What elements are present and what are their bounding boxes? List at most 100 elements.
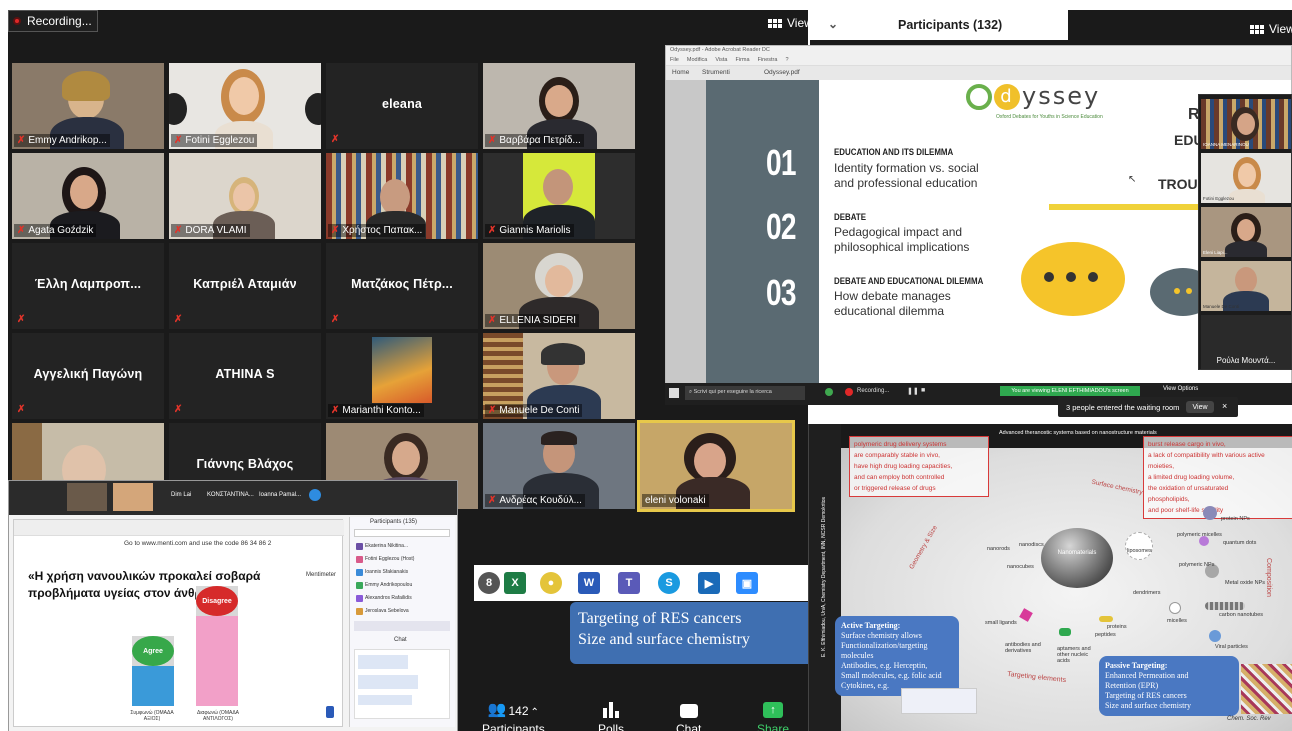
participant-tile[interactable]: ✗ Fotini Egglezou <box>169 63 321 149</box>
system-tray-icon[interactable]: 8 <box>478 572 500 594</box>
agree-bar <box>132 666 174 706</box>
list-item[interactable]: Ekaterina Nikitina... <box>356 541 450 551</box>
stop-icon[interactable]: ■ <box>921 387 925 394</box>
polls-button[interactable]: Polls <box>598 700 624 731</box>
zoom-icon[interactable]: ▣ <box>736 572 758 594</box>
record-dot-icon <box>13 17 21 25</box>
waiting-room-view-button[interactable]: View <box>1186 401 1214 413</box>
disagree-button[interactable]: Disagree <box>196 586 238 616</box>
mic-muted-icon: ✗ <box>174 314 183 325</box>
participant-tile[interactable]: ATHINA S ✗ <box>169 333 321 419</box>
participant-tile[interactable]: ✗ Ανδρέας Κουδύλ... <box>483 423 635 509</box>
close-icon[interactable]: × <box>1222 401 1227 411</box>
citation: Chem. Soc. Rev <box>1227 716 1271 722</box>
agree-button[interactable]: Agree <box>132 636 174 666</box>
view-options-menu[interactable]: View Options <box>1163 386 1198 392</box>
mic-muted-icon: ✗ <box>488 495 497 506</box>
participant-name: Βαρβάρα Πετρίδ... <box>499 135 581 146</box>
user-avatar <box>309 489 321 501</box>
nanomaterial-sphere <box>1041 528 1113 588</box>
view-button[interactable]: View <box>1250 22 1292 36</box>
participant-tile[interactable]: ✗ ELLENIA SIDERI <box>483 243 635 329</box>
participant-tile[interactable]: ✗ Emmy Andrikop... <box>12 63 164 149</box>
windows-start-icon[interactable] <box>669 388 679 398</box>
shared-screen-inset: Dim Lai ΚΟΝΣΤΑΝΤΙΝΑ... Ioanna Pamal... G… <box>8 480 458 731</box>
participant-tile[interactable]: Eleni Liapi... <box>1201 207 1291 257</box>
participant-name: Χρήστος Παπακ... <box>342 225 423 236</box>
cursor-icon: ↖ <box>1128 174 1137 185</box>
passive-targeting-box: Passive Targeting: Enhanced Permeation a… <box>1099 656 1239 716</box>
window-title: Odyssey.pdf - Adobe Acrobat Reader DC <box>670 47 770 53</box>
share-screen-button[interactable]: ↑ Share Screen <box>738 700 808 731</box>
list-item[interactable]: Fotini Egglezou (Host) <box>356 554 450 564</box>
list-item[interactable]: Alexandros Rafailidis <box>356 593 450 603</box>
participant-name: eleni volonaki <box>645 495 706 506</box>
participants-title: Participants (132) <box>898 18 1003 32</box>
share-arrow-icon: ↑ <box>763 702 783 718</box>
menti-logo-icon <box>326 706 334 718</box>
nanomaterials-slide: Advanced theranostic systems based on na… <box>808 424 1292 731</box>
participant-tile[interactable]: ✗ Manuele De Conti <box>483 333 635 419</box>
list-item[interactable]: Jeroslava Sebelova <box>356 606 450 616</box>
participant-tile[interactable]: Έλλη Λαμπροπ... ✗ <box>12 243 164 329</box>
mic-muted-icon: ✗ <box>488 135 497 146</box>
participant-tile[interactable]: Ματζάκος Πέτρ... ✗ <box>326 243 478 329</box>
mic-muted-icon: ✗ <box>17 225 26 236</box>
media-player-icon[interactable]: ▶ <box>698 572 720 594</box>
participant-tile[interactable]: Fotini Egglezou <box>1201 153 1291 203</box>
caption-line-2: Size and surface chemistry <box>578 631 750 648</box>
participant-name: ELLENIA SIDERI <box>499 315 577 326</box>
participant-name: Agata Goździk <box>28 225 94 236</box>
active-speaker-tile[interactable]: eleni volonaki <box>637 420 795 512</box>
carbon-nanotube-icon <box>1205 602 1245 610</box>
recording-indicator[interactable]: Recording... <box>8 10 98 32</box>
tab-document[interactable]: Odyssey.pdf <box>764 69 800 76</box>
search-input[interactable]: ⌕ Scrivi qui per eseguire la ricerca <box>685 386 805 400</box>
grid-icon <box>768 18 782 28</box>
participant-tile[interactable]: Αγγελική Παγώνη ✗ <box>12 333 164 419</box>
participant-tile[interactable]: Καπριέλ Αταμιάν ✗ <box>169 243 321 329</box>
teams-icon[interactable]: T <box>618 572 640 594</box>
targeting-diagram <box>901 688 977 714</box>
mic-muted-icon: ✗ <box>174 404 183 415</box>
participant-tile[interactable]: Manuele De Conti <box>1201 261 1291 311</box>
item-heading: DEBATE <box>834 212 866 222</box>
participant-name: Ματζάκος Πέτρ... <box>351 277 453 291</box>
mic-muted-icon: ✗ <box>17 404 26 415</box>
caption-line-1: Targeting of RES cancers <box>578 610 742 627</box>
participant-tile[interactable]: ✗ DORA VLAMI <box>169 153 321 239</box>
blue-slide-caption: Targeting of RES cancers Size and surfac… <box>570 602 808 664</box>
item-number: 02 <box>766 206 796 247</box>
excel-icon[interactable]: X <box>504 572 526 594</box>
mic-muted-icon: ✗ <box>488 405 497 416</box>
tab-home[interactable]: Home <box>672 69 689 76</box>
active-targeting-box: Active Targeting: Surface chemistry allo… <box>835 616 959 696</box>
mic-muted-icon: ✗ <box>488 225 497 236</box>
people-icon: 👥 <box>487 701 507 718</box>
logo-tagline: Oxford Debates for Youths in Science Edu… <box>996 114 1103 120</box>
chrome-icon[interactable]: ● <box>540 572 562 594</box>
participant-tile[interactable]: ✗ Giannis Mariolis <box>483 153 635 239</box>
participant-tile[interactable]: ✗ Marianthi Konto... <box>326 333 478 419</box>
mic-muted-icon: ✗ <box>174 225 183 236</box>
participant-tile[interactable]: ✗ Βαρβάρα Πετρίδ... <box>483 63 635 149</box>
participants-button[interactable]: 👥 142 ⌃ Participants <box>482 700 545 731</box>
list-item[interactable]: Ioannis Sfakianakis <box>356 567 450 577</box>
chat-button[interactable]: Chat <box>676 700 701 731</box>
skype-icon[interactable]: S <box>658 572 680 594</box>
participant-tile[interactable]: ✗ Agata Goździk <box>12 153 164 239</box>
advantages-box: polymeric drug delivery systems are compa… <box>849 436 989 497</box>
participant-tile[interactable]: IOANNA MENARINOU <box>1201 99 1291 149</box>
participant-name: eleana <box>381 97 423 111</box>
list-item[interactable]: Emmy Andrikopoulou <box>356 580 450 590</box>
slide-header: Advanced theranostic systems based on na… <box>999 430 1157 436</box>
participant-tile[interactable]: eleana ✗ <box>326 63 478 149</box>
chevron-down-icon[interactable]: ⌄ <box>828 17 838 31</box>
participant-name: Έλλη Λαμπροπ... <box>34 277 142 291</box>
menu-bar: File Modifica Vista Firma Finestra ? <box>670 57 789 63</box>
view-button[interactable]: View <box>768 16 808 30</box>
participant-tile[interactable]: ✗ Χρήστος Παπακ... <box>326 153 478 239</box>
pause-icon[interactable]: ❚❚ <box>907 387 919 395</box>
word-icon[interactable]: W <box>578 572 600 594</box>
tab-tools[interactable]: Strumenti <box>702 69 730 76</box>
